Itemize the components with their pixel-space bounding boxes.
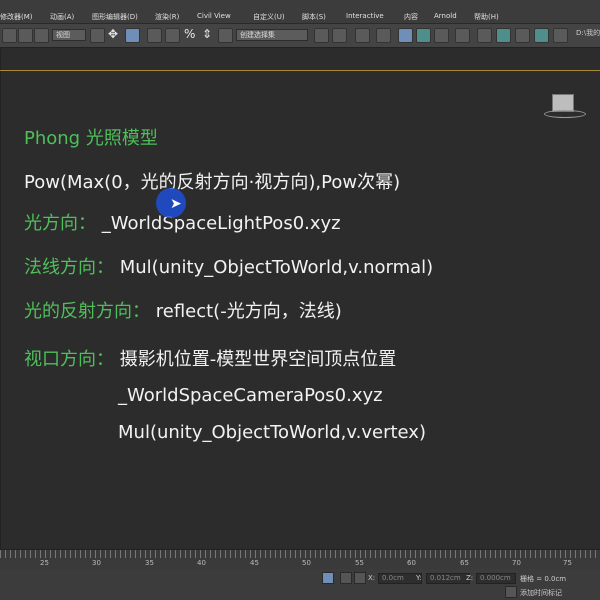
tick-label: 45 xyxy=(250,559,259,567)
menu-animation[interactable]: 动画(A) xyxy=(50,12,74,22)
snap-toggle-icon[interactable] xyxy=(147,28,162,43)
tick-label: 65 xyxy=(460,559,469,567)
select-link-icon[interactable] xyxy=(2,28,17,43)
bind-space-warp-icon[interactable] xyxy=(34,28,49,43)
y-coordinate-field[interactable]: 0.012cm xyxy=(426,573,470,584)
edit-named-selection-icon[interactable] xyxy=(218,28,233,43)
menu-content[interactable]: 内容 xyxy=(404,12,418,22)
render-iterative-icon[interactable] xyxy=(534,28,549,43)
layer-explorer-icon[interactable] xyxy=(355,28,370,43)
mouse-cursor-icon: ➤ xyxy=(170,196,182,212)
line-value: _WorldSpaceLightPos0.xyz xyxy=(101,213,341,234)
isolate-selection-icon[interactable] xyxy=(322,572,334,584)
viewport-line-vertex-pos: Mul(unity_ObjectToWorld,v.vertex) xyxy=(118,422,426,444)
menu-modifiers[interactable]: 修改器(M) xyxy=(0,12,33,22)
viewport-line-formula: Pow(Max(0，光的反射方向·视方向),Pow次幂) xyxy=(24,172,400,194)
tick-label: 30 xyxy=(92,559,101,567)
render-setup-icon[interactable] xyxy=(477,28,492,43)
line-value: Pow(Max(0，光的反射方向·视方向),Pow次幂) xyxy=(24,172,401,193)
menu-bar: 修改器(M) 动画(A) 图形编辑器(D) 渲染(R) Civil View 自… xyxy=(0,0,600,24)
absolute-mode-icon[interactable] xyxy=(354,572,366,584)
project-path: D:\我的 xyxy=(576,29,600,37)
viewport-active-border xyxy=(0,70,600,71)
curve-editor-icon[interactable] xyxy=(416,28,431,43)
tick-label: 55 xyxy=(355,559,364,567)
menu-scripting[interactable]: 脚本(S) xyxy=(302,12,326,22)
viewport-line-light-dir: 光方向： _WorldSpaceLightPos0.xyz xyxy=(24,213,341,235)
tick-label: 50 xyxy=(302,559,311,567)
menu-interactive[interactable]: Interactive xyxy=(346,12,384,20)
viewcube-compass-ring[interactable] xyxy=(544,110,586,118)
line-label: 光的反射方向： xyxy=(24,301,150,322)
z-coordinate-field[interactable]: 0.000cm xyxy=(476,573,516,584)
render-online-icon[interactable] xyxy=(553,28,568,43)
select-and-place-icon[interactable] xyxy=(125,28,140,43)
viewport-line-camera-pos: _WorldSpaceCameraPos0.xyz xyxy=(118,385,383,407)
line-value: _WorldSpaceCameraPos0.xyz xyxy=(118,385,383,406)
viewport-line-normal-dir: 法线方向： Mul(unity_ObjectToWorld,v.normal) xyxy=(24,257,433,279)
menu-graph-editors[interactable]: 图形编辑器(D) xyxy=(92,12,138,22)
move-icon[interactable]: ✥ xyxy=(108,27,118,41)
rendered-frame-window-icon[interactable] xyxy=(496,28,511,43)
viewport-line-view-dir: 视口方向： 摄影机位置-模型世界空间顶点位置 xyxy=(24,349,396,371)
mirror-icon[interactable] xyxy=(314,28,329,43)
line-label: Phong 光照模型 xyxy=(24,128,158,149)
line-value: 摄影机位置-模型世界空间顶点位置 xyxy=(119,349,397,370)
menu-arnold[interactable]: Arnold xyxy=(434,12,457,20)
timeline[interactable]: 25 30 35 40 45 50 55 60 65 70 75 xyxy=(0,549,600,569)
status-bar: X: 0.0cm Y: 0.012cm Z: 0.000cm 栅格 = 0.0c… xyxy=(0,569,600,600)
spinner-snap-icon[interactable]: ⇕ xyxy=(202,27,212,41)
z-label: Z: xyxy=(466,574,474,582)
add-time-tag-button[interactable]: 添加时间标记 xyxy=(520,588,562,598)
selection-filter-combo[interactable]: 视图 xyxy=(52,29,86,41)
x-label: X: xyxy=(368,574,376,582)
y-label: Y: xyxy=(416,574,422,582)
menu-civil-view[interactable]: Civil View xyxy=(197,12,231,20)
menu-help[interactable]: 帮助(H) xyxy=(474,12,499,22)
tick-label: 40 xyxy=(197,559,206,567)
main-toolbar: 视图 ✥ % ⇕ 创建选择集 xyxy=(0,24,600,48)
time-tag-icon[interactable] xyxy=(505,586,517,598)
viewport-line-title: Phong 光照模型 xyxy=(24,128,158,150)
viewport-line-reflect-dir: 光的反射方向： reflect(-光方向，法线) xyxy=(24,301,342,323)
align-icon[interactable] xyxy=(332,28,347,43)
grid-size-label: 栅格 = 0.0cm xyxy=(520,575,567,583)
tick-label: 60 xyxy=(407,559,416,567)
line-value: Mul(unity_ObjectToWorld,v.vertex) xyxy=(118,422,426,443)
material-editor-icon[interactable] xyxy=(455,28,470,43)
menu-customize[interactable]: 自定义(U) xyxy=(253,12,285,22)
selection-lock-icon[interactable] xyxy=(340,572,352,584)
line-label: 视口方向： xyxy=(24,349,114,370)
line-label: 法线方向： xyxy=(24,257,114,278)
tick-label: 25 xyxy=(40,559,49,567)
line-value: Mul(unity_ObjectToWorld,v.normal) xyxy=(119,257,434,278)
angle-snap-icon[interactable] xyxy=(165,28,180,43)
render-production-icon[interactable] xyxy=(515,28,530,43)
viewport[interactable] xyxy=(0,49,600,549)
select-object-icon[interactable] xyxy=(90,28,105,43)
line-label: 光方向： xyxy=(24,213,96,234)
scene-explorer-icon[interactable] xyxy=(376,28,391,43)
tick-label: 75 xyxy=(563,559,572,567)
named-selection-set-combo[interactable]: 创建选择集 xyxy=(236,29,308,41)
schematic-view-icon[interactable] xyxy=(434,28,449,43)
ribbon-icon[interactable] xyxy=(398,28,413,43)
timeline-ticks xyxy=(0,550,600,558)
tick-label: 35 xyxy=(145,559,154,567)
line-value: reflect(-光方向，法线) xyxy=(155,301,342,322)
menu-rendering[interactable]: 渲染(R) xyxy=(155,12,179,22)
tick-label: 70 xyxy=(512,559,521,567)
percent-snap-icon[interactable]: % xyxy=(184,27,195,41)
unlink-icon[interactable] xyxy=(18,28,33,43)
